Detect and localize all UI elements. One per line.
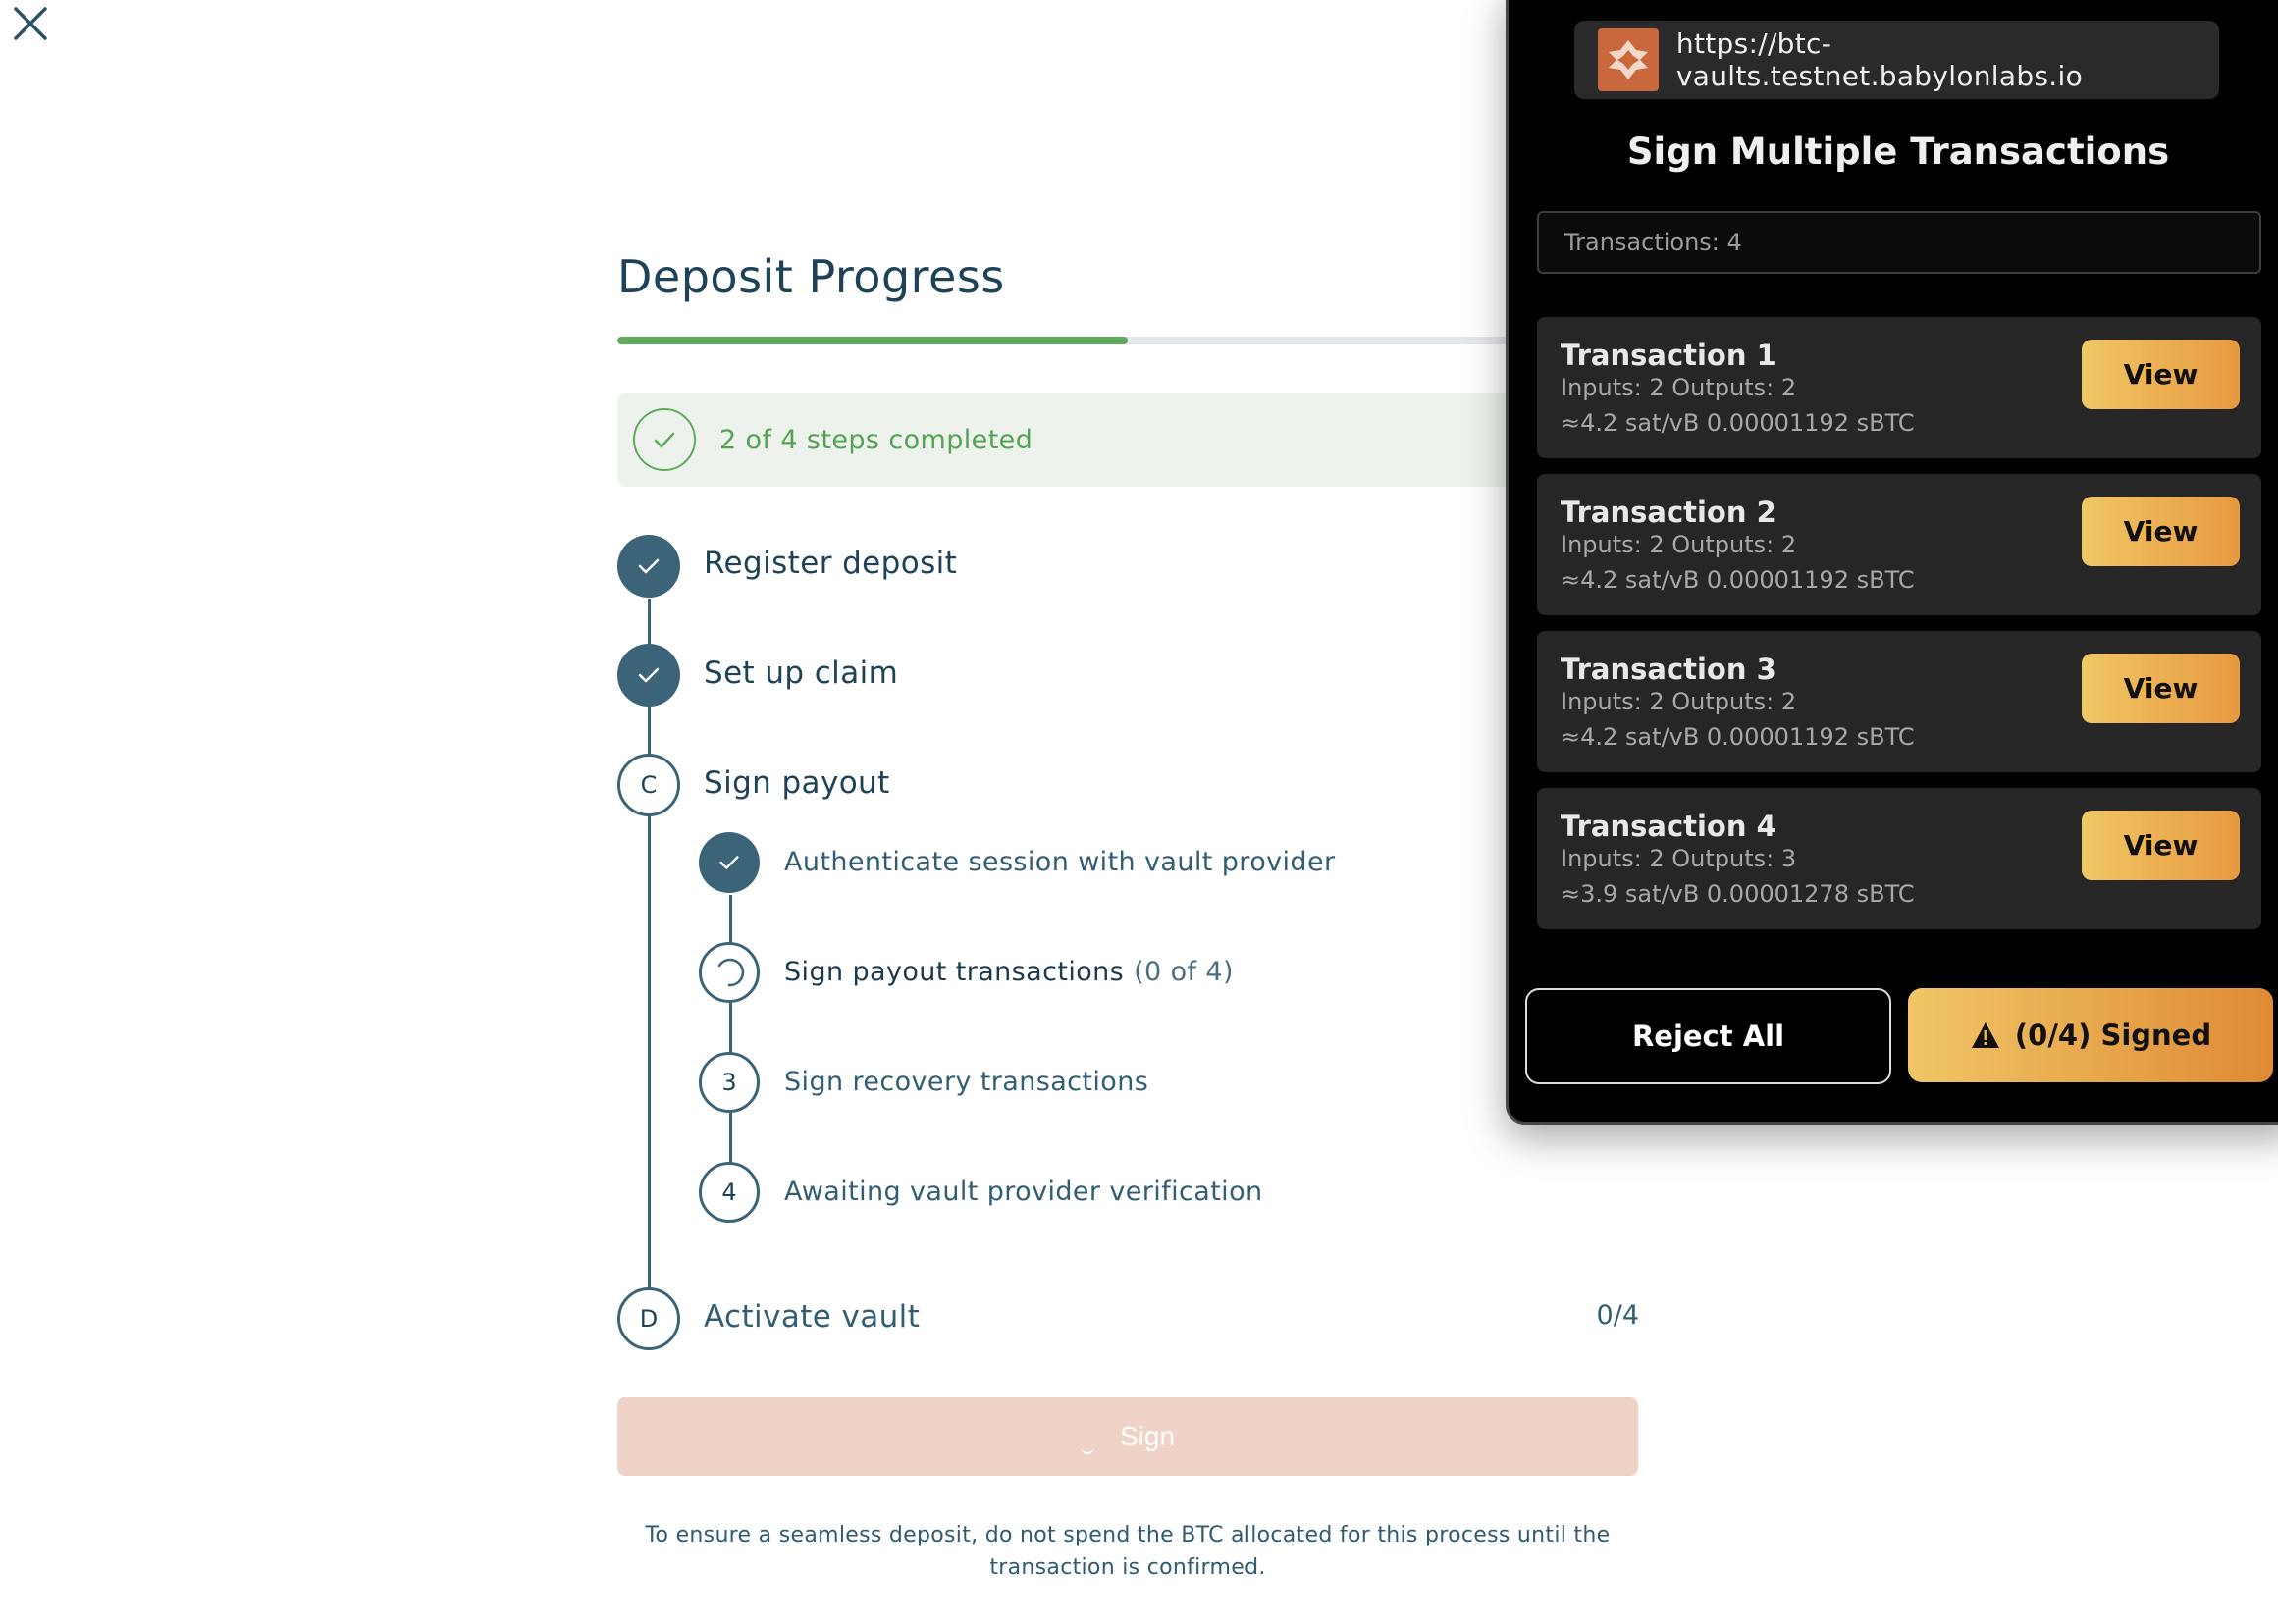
- transaction-title: Transaction 1: [1561, 339, 1776, 372]
- step-activate-vault-marker: D: [617, 1287, 680, 1350]
- site-url: https://btc-vaults.testnet.babylonlabs.i…: [1675, 27, 2084, 92]
- check-circle-icon: [633, 408, 696, 471]
- step-activate-vault-label: Activate vault: [704, 1299, 921, 1335]
- transaction-card: Transaction 2 Inputs: 2 Outputs: 2 ≈4.2 …: [1537, 474, 2261, 615]
- transaction-card: Transaction 1 Inputs: 2 Outputs: 2 ≈4.2 …: [1537, 317, 2261, 458]
- transaction-card: Transaction 4 Inputs: 2 Outputs: 3 ≈3.9 …: [1537, 788, 2261, 929]
- substep-sign-payout-count: (0 of 4): [1134, 957, 1234, 987]
- step-sign-payout-label: Sign payout: [704, 765, 890, 801]
- substep-awaiting-verification-label: Awaiting vault provider verification: [784, 1177, 1263, 1207]
- step-register-deposit-marker: [617, 535, 680, 598]
- page-title: Deposit Progress: [617, 250, 1005, 303]
- popup-title: Sign Multiple Transactions: [1626, 131, 2170, 173]
- substep-sign-payout-text: Sign payout transactions: [784, 957, 1125, 987]
- transaction-card: Transaction 3 Inputs: 2 Outputs: 2 ≈4.2 …: [1537, 631, 2261, 772]
- site-url-bar: https://btc-vaults.testnet.babylonlabs.i…: [1574, 21, 2219, 99]
- transaction-fee: ≈4.2 sat/vB 0.00001192 sBTC: [1561, 723, 1915, 751]
- transaction-io: Inputs: 2 Outputs: 2: [1561, 374, 1797, 401]
- reject-all-button[interactable]: Reject All: [1525, 988, 1891, 1084]
- step-set-up-claim-label: Set up claim: [704, 655, 899, 691]
- view-transaction-button[interactable]: View: [2082, 811, 2240, 880]
- spinner-icon: [717, 958, 745, 987]
- transactions-count: Transactions: 4: [1537, 211, 2261, 274]
- progress-bar: [617, 337, 1638, 344]
- substep-sign-recovery-label: Sign recovery transactions: [784, 1067, 1149, 1097]
- transaction-title: Transaction 3: [1561, 653, 1776, 686]
- check-icon: [638, 558, 660, 574]
- transaction-fee: ≈3.9 sat/vB 0.00001278 sBTC: [1561, 880, 1915, 908]
- substep-sign-recovery-marker: 3: [699, 1052, 760, 1113]
- view-transaction-button[interactable]: View: [2082, 654, 2240, 723]
- signed-status-button[interactable]: (0/4) Signed: [1908, 988, 2273, 1082]
- transaction-io: Inputs: 2 Outputs: 2: [1561, 688, 1797, 715]
- substep-sign-payout-label: Sign payout transactions (0 of 4): [784, 957, 1234, 987]
- check-icon: [638, 667, 660, 683]
- step-sign-payout-marker: C: [617, 754, 680, 816]
- close-button[interactable]: [4, 0, 53, 49]
- transaction-fee: ≈4.2 sat/vB 0.00001192 sBTC: [1561, 409, 1915, 437]
- close-icon: [14, 7, 47, 40]
- transaction-io: Inputs: 2 Outputs: 2: [1561, 531, 1797, 558]
- view-transaction-button[interactable]: View: [2082, 497, 2240, 566]
- progress-bar-fill: [617, 337, 1128, 344]
- sign-button-label: Sign: [1119, 1421, 1176, 1451]
- warning-icon: [1971, 1022, 1999, 1048]
- footer-note: To ensure a seamless deposit, do not spe…: [645, 1523, 1611, 1580]
- signed-status-label: (0/4) Signed: [2014, 1019, 2212, 1052]
- step-register-deposit-label: Register deposit: [704, 546, 958, 581]
- transaction-fee: ≈4.2 sat/vB 0.00001192 sBTC: [1561, 566, 1915, 594]
- substep-awaiting-verification-marker: 4: [699, 1162, 760, 1223]
- sign-button[interactable]: Sign: [617, 1397, 1638, 1476]
- spinner-icon: [1080, 1441, 1094, 1454]
- substep-authenticate-marker: [699, 832, 760, 893]
- transaction-io: Inputs: 2 Outputs: 3: [1561, 845, 1797, 872]
- site-logo-icon: [1598, 28, 1659, 91]
- transaction-title: Transaction 4: [1561, 810, 1776, 843]
- view-transaction-button[interactable]: View: [2082, 340, 2240, 409]
- status-banner: 2 of 4 steps completed: [617, 393, 1638, 487]
- transaction-title: Transaction 2: [1561, 496, 1776, 529]
- activate-vault-count: 0/4: [1596, 1300, 1639, 1331]
- wallet-popup: https://btc-vaults.testnet.babylonlabs.i…: [1506, 0, 2278, 1125]
- step-set-up-claim-marker: [617, 644, 680, 707]
- steps-completed-text: 2 of 4 steps completed: [719, 424, 1033, 455]
- check-icon: [719, 856, 739, 869]
- substep-authenticate-label: Authenticate session with vault provider: [784, 847, 1336, 877]
- substep-sign-payout-marker: [699, 942, 760, 1003]
